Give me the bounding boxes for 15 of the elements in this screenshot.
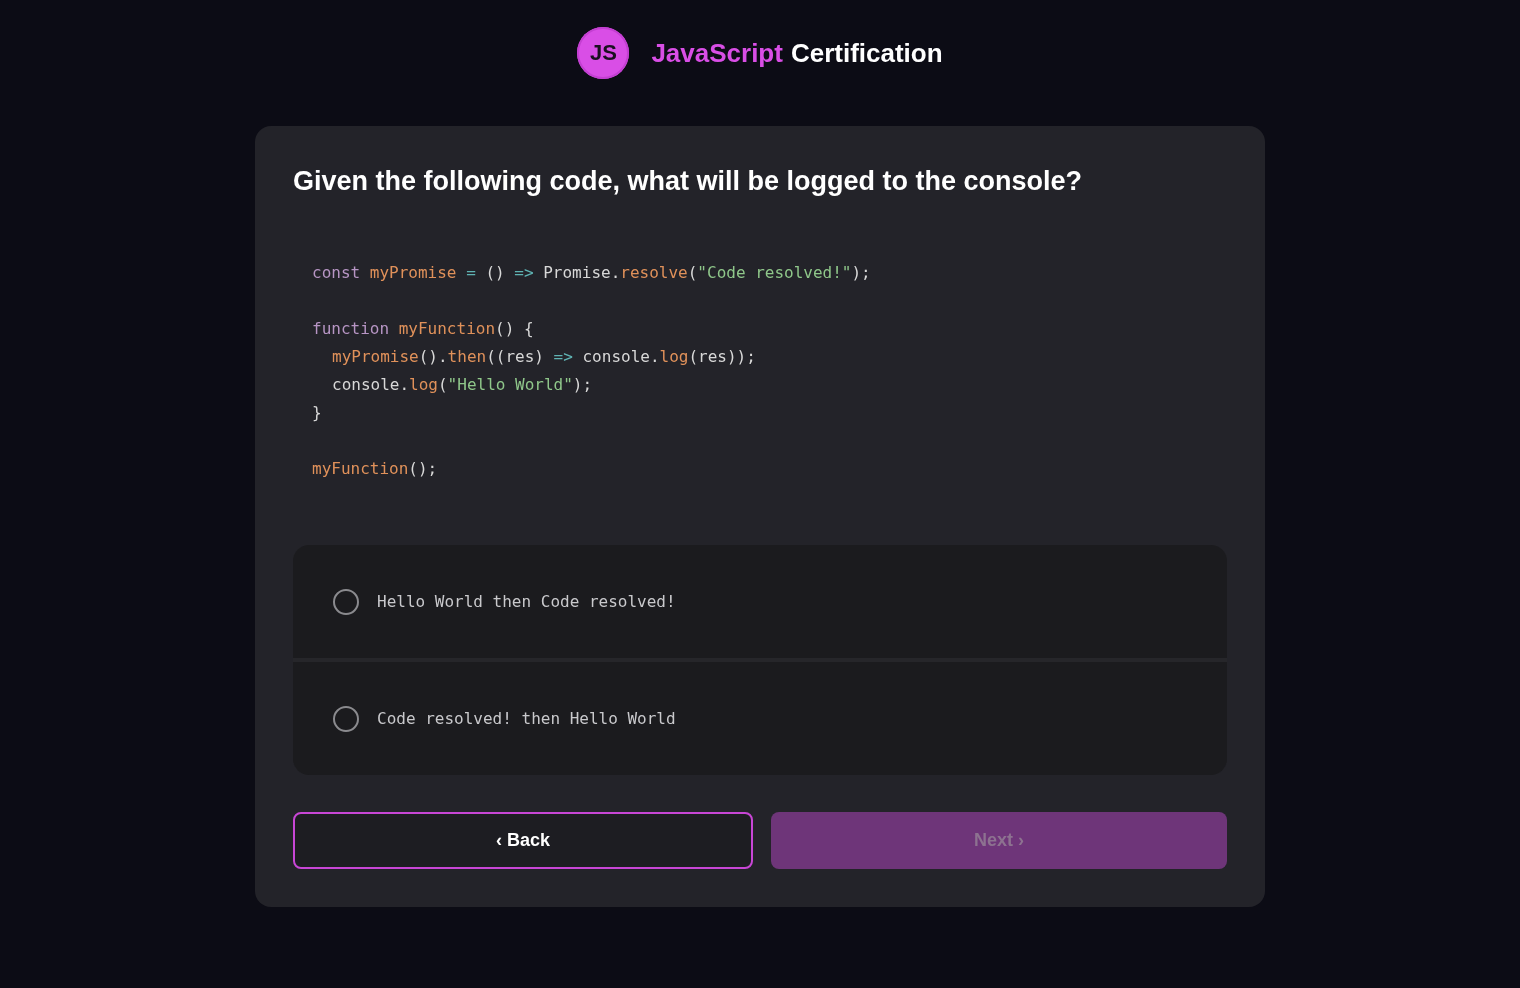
js-logo: JS bbox=[577, 27, 630, 79]
code-line: myFunction(); bbox=[312, 458, 439, 480]
code-line: console.log("Hello World"); bbox=[332, 374, 594, 396]
app-title: Certification bbox=[790, 37, 943, 69]
app-title-accent: JavaScript bbox=[651, 37, 783, 69]
answer-option[interactable]: Code resolved! then Hello World bbox=[293, 662, 1227, 775]
code-line: const myPromise = () => Promise.resolve("Code resolved!"); bbox=[312, 262, 872, 284]
radio-button[interactable] bbox=[333, 588, 359, 615]
code-line: } bbox=[312, 402, 323, 424]
code-line: myPromise().then((res) => console.log(res)); bbox=[332, 346, 757, 368]
answer-option[interactable]: Hello World then Code resolved! bbox=[293, 545, 1227, 658]
back-button[interactable]: ‹ Back bbox=[293, 812, 753, 869]
code-line: function myFunction() { bbox=[312, 318, 535, 340]
question-text: Given the following code, what will be logged to the console? bbox=[293, 166, 1084, 197]
radio-button[interactable] bbox=[333, 705, 359, 732]
